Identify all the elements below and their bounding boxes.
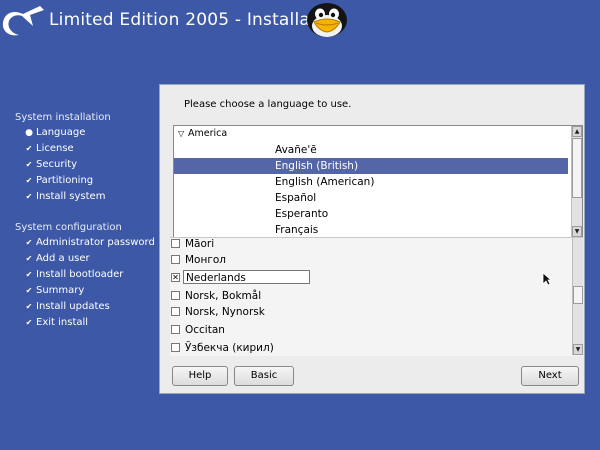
scrollbar-thumb[interactable] (572, 138, 582, 198)
checkbox-checked[interactable]: ✕ (171, 273, 180, 282)
list-item-focused[interactable]: ✕ Nederlands (170, 270, 570, 286)
sidebar-item-security: ✔ Security (24, 159, 77, 173)
sidebar-item-label: Add a user (36, 253, 90, 264)
checkbox[interactable] (171, 239, 180, 248)
tree-group-label: America (188, 128, 228, 139)
list-item[interactable]: Māori (170, 238, 570, 252)
tree-group-america[interactable]: ▽ America (174, 126, 572, 142)
checkmark-icon: ✔ (25, 270, 33, 279)
list-item-label: Māori (185, 238, 215, 250)
sidebar-item-install-bootloader: ✔ Install bootloader (24, 269, 124, 283)
current-step-icon: ● (25, 128, 33, 138)
help-button[interactable]: Help (172, 366, 228, 386)
mouse-pointer-icon (542, 272, 552, 286)
sidebar-heading-config: System configuration (15, 222, 122, 233)
basic-button[interactable]: Basic (234, 366, 294, 386)
list-item-label: Occitan (185, 324, 225, 336)
header: Limited Edition 2005 - Installation (0, 0, 600, 40)
list-item[interactable]: Occitan (170, 322, 570, 338)
scrollbar-thumb[interactable] (573, 286, 583, 304)
checkmark-icon: ✔ (25, 192, 33, 201)
list-item[interactable]: Ўзбекча (кирил) (170, 340, 570, 356)
sidebar-item-label: Install bootloader (36, 269, 124, 280)
additional-languages-list[interactable]: Māori Монгол ✕ Nederlands Norsk, Bokmål … (170, 237, 583, 356)
collapse-triangle-icon[interactable]: ▽ (178, 126, 188, 142)
sidebar-item-label: Partitioning (36, 175, 94, 186)
tree-item[interactable]: Español (174, 190, 568, 206)
checkbox[interactable] (171, 307, 180, 316)
sidebar-item-language: ● Language (24, 127, 85, 141)
sidebar-item-partitioning: ✔ Partitioning (24, 175, 94, 189)
list-item[interactable]: Norsk, Nynorsk (170, 304, 570, 320)
sidebar-heading-install: System installation (15, 112, 111, 123)
checkmark-icon: ✔ (25, 286, 33, 295)
tree-item[interactable]: Français (174, 222, 568, 237)
checkmark-icon: ✔ (25, 302, 33, 311)
additional-languages-scrollbar[interactable]: ▼ (572, 238, 583, 355)
checkmark-icon: ✔ (25, 318, 33, 327)
language-tree-scrollbar[interactable]: ▲ ▼ (571, 126, 582, 237)
scroll-down-arrow-icon[interactable]: ▼ (572, 226, 582, 237)
checkmark-icon: ✔ (25, 254, 33, 263)
language-panel: Please choose a language to use. ▽ Americ… (159, 84, 585, 394)
sidebar-item-install-updates: ✔ Install updates (24, 301, 110, 315)
sidebar-item-label: Install updates (36, 301, 110, 312)
app-title: Limited Edition 2005 - Installation (49, 10, 344, 30)
scroll-down-arrow-icon[interactable]: ▼ (573, 344, 583, 355)
sidebar-item-label: Security (36, 159, 78, 170)
list-item[interactable]: Norsk, Bokmål (170, 288, 570, 304)
sidebar-item-add-user: ✔ Add a user (24, 253, 90, 267)
checkmark-icon: ✔ (25, 144, 33, 153)
sidebar-item-label: Install system (36, 191, 106, 202)
checkmark-icon: ✔ (25, 160, 33, 169)
scroll-up-arrow-icon[interactable]: ▲ (572, 126, 582, 137)
sidebar-item-label: License (36, 143, 74, 154)
tree-item[interactable]: English (American) (174, 174, 568, 190)
star-logo-icon (2, 6, 45, 36)
language-prompt: Please choose a language to use. (184, 99, 352, 110)
checkbox[interactable] (171, 325, 180, 334)
list-item[interactable]: Монгол (170, 252, 570, 268)
sidebar-item-summary: ✔ Summary (24, 285, 85, 299)
checkmark-icon: ✔ (25, 238, 33, 247)
checkbox[interactable] (171, 255, 180, 264)
sidebar-item-label: Administrator password (36, 237, 155, 248)
tree-item[interactable]: Esperanto (174, 206, 568, 222)
checkbox[interactable] (171, 291, 180, 300)
list-item-label: Nederlands (183, 270, 310, 284)
checkmark-icon: ✔ (25, 176, 33, 185)
sidebar-item-label: Exit install (36, 317, 89, 328)
sidebar-item-admin-password: ✔ Administrator password (24, 237, 155, 251)
list-item-label: Norsk, Bokmål (185, 290, 262, 302)
tree-item-selected[interactable]: English (British) (174, 158, 568, 174)
list-item-label: Norsk, Nynorsk (185, 306, 265, 318)
sidebar-item-exit-install: ✔ Exit install (24, 317, 88, 331)
sidebar-item-license: ✔ License (24, 143, 74, 157)
penguin-mascot-icon (307, 3, 347, 37)
language-tree[interactable]: ▽ America Avañe'ẽ English (British) Engli… (173, 125, 583, 238)
sidebar-item-label: Language (36, 127, 86, 138)
sidebar-item-install-system: ✔ Install system (24, 191, 106, 205)
checkbox[interactable] (171, 343, 180, 352)
list-item-label: Монгол (185, 254, 227, 266)
next-button[interactable]: Next (521, 366, 579, 386)
list-item-label: Ўзбекча (кирил) (185, 342, 274, 354)
tree-item[interactable]: Avañe'ẽ (174, 142, 568, 158)
sidebar-item-label: Summary (36, 285, 85, 296)
